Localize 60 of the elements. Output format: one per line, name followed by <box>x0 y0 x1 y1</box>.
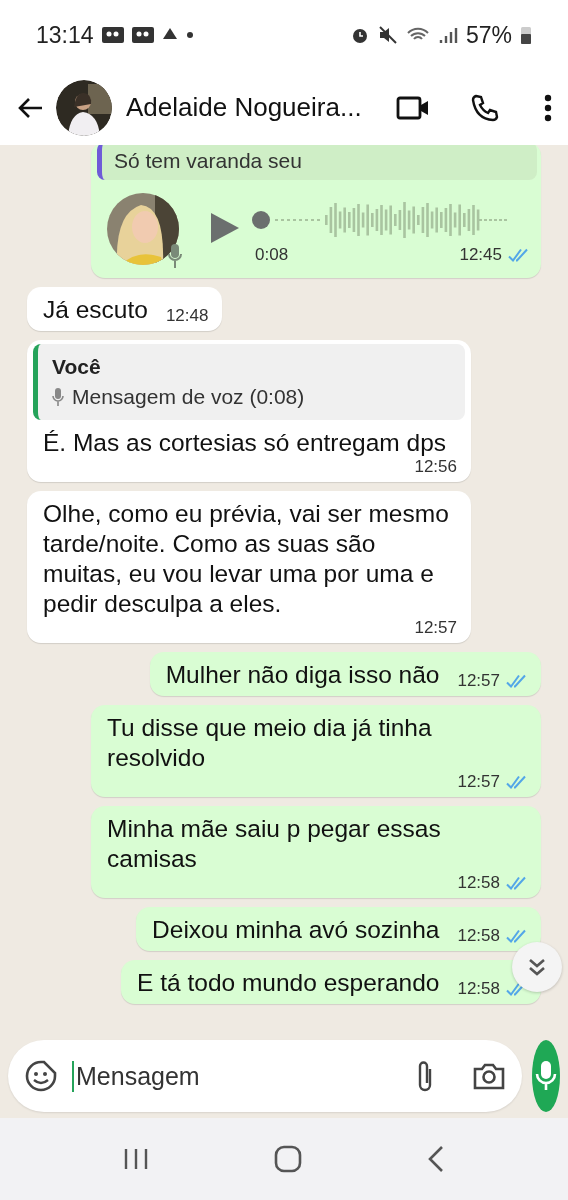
sticker-button[interactable] <box>24 1059 58 1093</box>
voicemail-icon <box>131 27 154 43</box>
dot-icon <box>185 31 194 39</box>
sent-message-bubble[interactable]: Tu disse que meio dia já tinha resolvido 12:57 <box>91 705 541 797</box>
message-time: 12:58 <box>457 978 500 1000</box>
message-text: É. Mas as cortesias só entregam dps <box>43 428 447 458</box>
message-text: E tá todo mundo esperando <box>137 968 440 998</box>
signal-icon <box>437 25 458 45</box>
message-text: Deixou minha avó sozinha <box>152 915 440 945</box>
clock-time: 13:14 <box>36 21 94 49</box>
back-chevron-icon <box>427 1145 446 1173</box>
double-chevron-down-icon <box>527 957 547 977</box>
received-message-bubble[interactable]: Você Mensagem de voz (0:08) É. Mas as cortesias só entregam dps 12:56 <box>27 340 471 482</box>
camera-icon <box>472 1061 506 1091</box>
quoted-message[interactable]: Você Mensagem de voz (0:08) <box>33 344 465 420</box>
back-arrow-icon <box>16 95 44 120</box>
sent-message-bubble[interactable]: E tá todo mundo esperando 12:58 <box>121 960 541 1004</box>
message-time: 12:57 <box>414 617 457 639</box>
voice-duration: 0:08 <box>255 244 289 266</box>
voicemail-icon <box>101 27 124 43</box>
quoted-text: Só tem varanda seu <box>114 149 302 172</box>
message-text: Minha mãe saiu p pegar essas camisas <box>107 814 442 874</box>
message-time: 12:57 <box>457 670 500 692</box>
battery-percent: 57% <box>465 21 512 49</box>
microphone-icon <box>52 387 64 407</box>
message-time: 12:48 <box>165 305 209 327</box>
message-text: Olhe, como eu prévia, vai ser mesmo tarde/noite. Como as suas são muitas, eu vou levar uma por uma e pedir desculpa a eles. <box>43 499 450 619</box>
mute-icon <box>377 25 398 45</box>
message-text: Mulher não diga isso não <box>165 660 440 690</box>
battery-icon <box>520 25 532 45</box>
sent-message-bubble[interactable]: Deixou minha avó sozinha 12:58 <box>136 907 541 951</box>
sticker-icon <box>24 1059 58 1093</box>
video-camera-icon <box>396 94 430 121</box>
camera-button[interactable] <box>472 1061 506 1091</box>
sent-message-bubble[interactable]: Mulher não diga isso não 12:57 <box>149 652 541 696</box>
microphone-icon <box>167 243 183 269</box>
message-text: Já escuto <box>43 295 148 325</box>
quoted-message[interactable]: Só tem varanda seu <box>97 145 537 180</box>
home-icon <box>274 1145 302 1173</box>
quoted-author: Você <box>52 354 102 380</box>
message-text: Tu disse que meio dia já tinha resolvido <box>107 713 433 773</box>
message-time: 12:58 <box>457 925 500 947</box>
contact-name[interactable]: Adelaide Nogueira... <box>126 92 384 123</box>
received-message-bubble[interactable]: Olhe, como eu prévia, vai ser mesmo tarde/noite. Como as suas são muitas, eu vou levar uma por uma e pedir desculpa a eles. 12:57 <box>27 491 471 643</box>
phone-icon <box>470 92 500 123</box>
voice-record-button[interactable] <box>532 1040 560 1112</box>
play-icon <box>209 210 241 245</box>
message-time: 12:56 <box>414 456 457 478</box>
received-message-bubble[interactable]: Já escuto 12:48 <box>27 287 223 331</box>
more-vertical-icon <box>544 93 552 122</box>
sent-message-bubble[interactable]: Minha mãe saiu p pegar essas camisas 12:58 <box>91 806 541 898</box>
message-time: 12:45 <box>459 244 502 266</box>
message-time: 12:57 <box>457 771 500 793</box>
microphone-icon <box>535 1060 557 1092</box>
sent-message-bubble[interactable]: Só tem varanda seu 0:08 12:45 <box>91 145 541 278</box>
quoted-text: Mensagem de voz (0:08) <box>72 384 305 410</box>
message-time: 12:58 <box>457 872 500 894</box>
recent-apps-icon <box>122 1147 149 1171</box>
scroll-down-button[interactable] <box>512 942 562 992</box>
message-field[interactable]: Mensagem <box>8 1040 522 1112</box>
